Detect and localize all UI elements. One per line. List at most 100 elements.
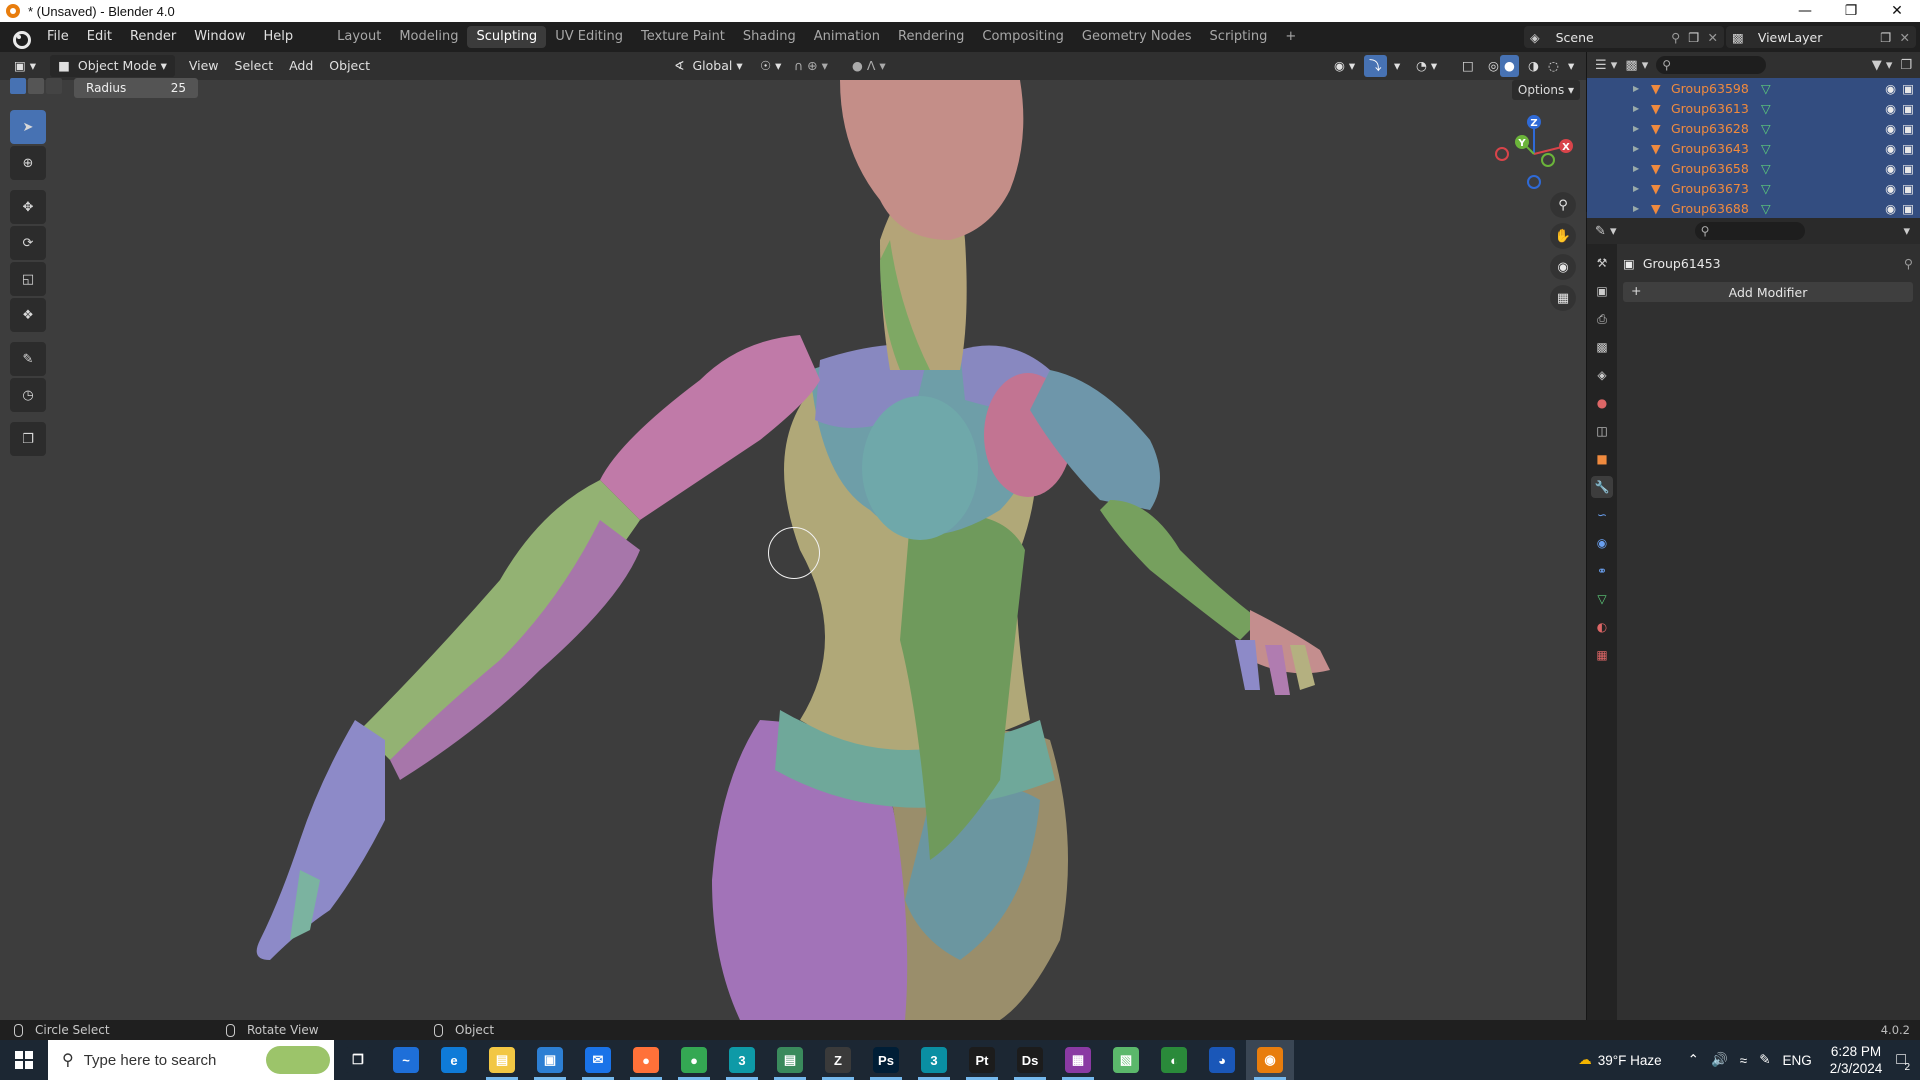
object-name[interactable]: Group63658 [1671, 161, 1751, 176]
wifi-icon[interactable]: ≈ [1740, 1053, 1747, 1068]
outliner-row[interactable]: ▶ ▼ Group63598 ▽ ◉ ▣ [1587, 78, 1920, 98]
options-button[interactable]: Options ▾ [1512, 80, 1580, 100]
menu-help[interactable]: Help [255, 22, 303, 52]
outliner-row[interactable]: ▶ ▼ Group63673 ▽ ◉ ▣ [1587, 178, 1920, 198]
xray-icon[interactable]: □ [1454, 55, 1482, 77]
active-object-name[interactable]: Group61453 [1643, 256, 1721, 271]
select-mode-extend-icon[interactable] [28, 78, 44, 94]
select-menu[interactable]: Select [227, 55, 282, 77]
taskbar-app-app[interactable]: ◐ [1150, 1040, 1198, 1080]
overlay-icon[interactable]: ◔ ▾ [1408, 55, 1445, 77]
editor-type-icon[interactable]: ▣ ▾ [6, 55, 44, 77]
new-scene-icon[interactable]: ❐ [1688, 30, 1699, 45]
new-collection-icon[interactable]: ❐ [1900, 58, 1912, 73]
outliner-row[interactable]: ▶ ▼ Group63628 ▽ ◉ ▣ [1587, 118, 1920, 138]
menu-window[interactable]: Window [185, 22, 254, 52]
taskbar-app-zbrush[interactable]: Z [814, 1040, 862, 1080]
object-name[interactable]: Group63628 [1671, 121, 1751, 136]
volume-icon[interactable]: 🔊 [1711, 1052, 1728, 1068]
restore-button[interactable]: ❐ [1828, 0, 1874, 22]
gizmo-neg-x[interactable] [1495, 147, 1509, 161]
view-menu[interactable]: View [181, 55, 227, 77]
minimize-button[interactable]: — [1782, 0, 1828, 22]
menu-edit[interactable]: Edit [78, 22, 121, 52]
mode-dropdown[interactable]: ■ Object Mode ▾ [50, 55, 175, 77]
properties-search-input[interactable]: ⚲ [1694, 222, 1805, 240]
expand-icon[interactable]: ▶ [1633, 164, 1641, 173]
move-tool[interactable]: ✥ [10, 190, 46, 224]
notification-icon[interactable]: □ 2 [1896, 1051, 1910, 1073]
expand-icon[interactable]: ▶ [1633, 104, 1641, 113]
taskbar-app-store[interactable]: ▣ [526, 1040, 574, 1080]
scene-selector[interactable]: ◈ Scene ⚲ ❐ ✕ [1524, 26, 1724, 48]
taskbar-app-task-view[interactable]: ❐ [334, 1040, 382, 1080]
visibility-icon[interactable]: ◉ ▾ [1326, 55, 1363, 77]
expand-icon[interactable]: ▶ [1633, 84, 1641, 93]
eye-icon[interactable]: ◉ [1885, 201, 1896, 216]
physics-tab-icon[interactable]: ◉ [1591, 532, 1613, 554]
close-button[interactable]: ✕ [1874, 0, 1920, 22]
rotate-tool[interactable]: ⟳ [10, 226, 46, 260]
transform-orientation-dropdown[interactable]: ∢ Global ▾ [666, 55, 751, 77]
view-layer-tab-icon[interactable]: ▩ [1591, 336, 1613, 358]
camera-view-icon[interactable]: ◉ [1550, 254, 1576, 280]
display-mode-icon[interactable]: ▩ ▾ [1625, 58, 1648, 73]
zoom-icon[interactable]: ⚲ [1550, 192, 1576, 218]
scene-tab-icon[interactable]: ◈ [1591, 364, 1613, 386]
outliner-row[interactable]: ▶ ▼ Group63613 ▽ ◉ ▣ [1587, 98, 1920, 118]
outliner-editor-icon[interactable]: ☰ ▾ [1595, 58, 1617, 73]
taskbar-app-pt[interactable]: Pt [958, 1040, 1006, 1080]
select-mode-new-icon[interactable] [10, 78, 26, 94]
tab-layout[interactable]: Layout [328, 26, 390, 48]
add-workspace-button[interactable]: + [1276, 26, 1305, 48]
taskbar-app-file-explorer[interactable]: ▤ [478, 1040, 526, 1080]
navigation-gizmo[interactable]: Z X Y [1494, 110, 1574, 190]
eye-icon[interactable]: ◉ [1885, 101, 1896, 116]
weather-text[interactable]: 39°F Haze [1598, 1053, 1662, 1068]
texture-tab-icon[interactable]: ▦ [1591, 644, 1613, 666]
pen-icon[interactable]: ✎ [1759, 1052, 1770, 1068]
tab-sculpting[interactable]: Sculpting [467, 26, 547, 48]
clock[interactable]: 6:28 PM 2/3/2024 [1830, 1043, 1883, 1077]
pan-hand-icon[interactable]: ✋ [1550, 223, 1576, 249]
tab-compositing[interactable]: Compositing [973, 26, 1073, 48]
taskbar-app-app[interactable]: ◕ [1198, 1040, 1246, 1080]
menu-render[interactable]: Render [121, 22, 185, 52]
eye-icon[interactable]: ◉ [1885, 121, 1896, 136]
eye-icon[interactable]: ◉ [1885, 81, 1896, 96]
eye-icon[interactable]: ◉ [1885, 181, 1896, 196]
tab-scripting[interactable]: Scripting [1201, 26, 1277, 48]
object-name[interactable]: Group63688 [1671, 201, 1751, 216]
object-name[interactable]: Group63673 [1671, 181, 1751, 196]
tab-uv-editing[interactable]: UV Editing [546, 26, 632, 48]
particles-tab-icon[interactable]: ∽ [1591, 504, 1613, 526]
taskbar-app-ps[interactable]: Ps [862, 1040, 910, 1080]
taskbar-app-app[interactable]: ▧ [1102, 1040, 1150, 1080]
transform-tool[interactable]: ❖ [10, 298, 46, 332]
camera-icon[interactable]: ▣ [1902, 101, 1914, 116]
tab-shading[interactable]: Shading [734, 26, 805, 48]
taskbar-app-app[interactable]: ~ [382, 1040, 430, 1080]
filter-icon[interactable]: ▼ ▾ [1872, 58, 1893, 73]
gizmo-dropdown-icon[interactable]: ▾ [1386, 55, 1408, 77]
tab-modeling[interactable]: Modeling [390, 26, 467, 48]
gizmo-neg-z[interactable] [1527, 175, 1541, 189]
taskbar-app-chrome[interactable]: ● [670, 1040, 718, 1080]
tool-tab-icon[interactable]: ⚒ [1591, 252, 1613, 274]
constraints-tab-icon[interactable]: ⚭ [1591, 560, 1613, 582]
delete-scene-icon[interactable]: ✕ [1708, 30, 1718, 45]
camera-icon[interactable]: ▣ [1902, 141, 1914, 156]
taskbar-app-edge[interactable]: e [430, 1040, 478, 1080]
modifier-tab-icon[interactable]: 🔧 [1591, 476, 1613, 498]
select-mode-subtract-icon[interactable] [46, 78, 62, 94]
add-menu[interactable]: Add [281, 55, 321, 77]
gizmo-neg-y[interactable] [1541, 153, 1555, 167]
shading-dropdown-icon[interactable]: ▾ [1560, 55, 1582, 77]
object-tab-icon[interactable]: ■ [1591, 448, 1613, 470]
camera-icon[interactable]: ▣ [1902, 161, 1914, 176]
taskbar-app-blender[interactable]: ◉ [1246, 1040, 1294, 1080]
outliner-row[interactable]: ▶ ▼ Group63688 ▽ ◉ ▣ [1587, 198, 1920, 218]
material-tab-icon[interactable]: ◐ [1591, 616, 1613, 638]
start-button[interactable] [0, 1040, 48, 1080]
view-layer-selector[interactable]: ▩ ViewLayer ❐ ✕ [1726, 26, 1916, 48]
